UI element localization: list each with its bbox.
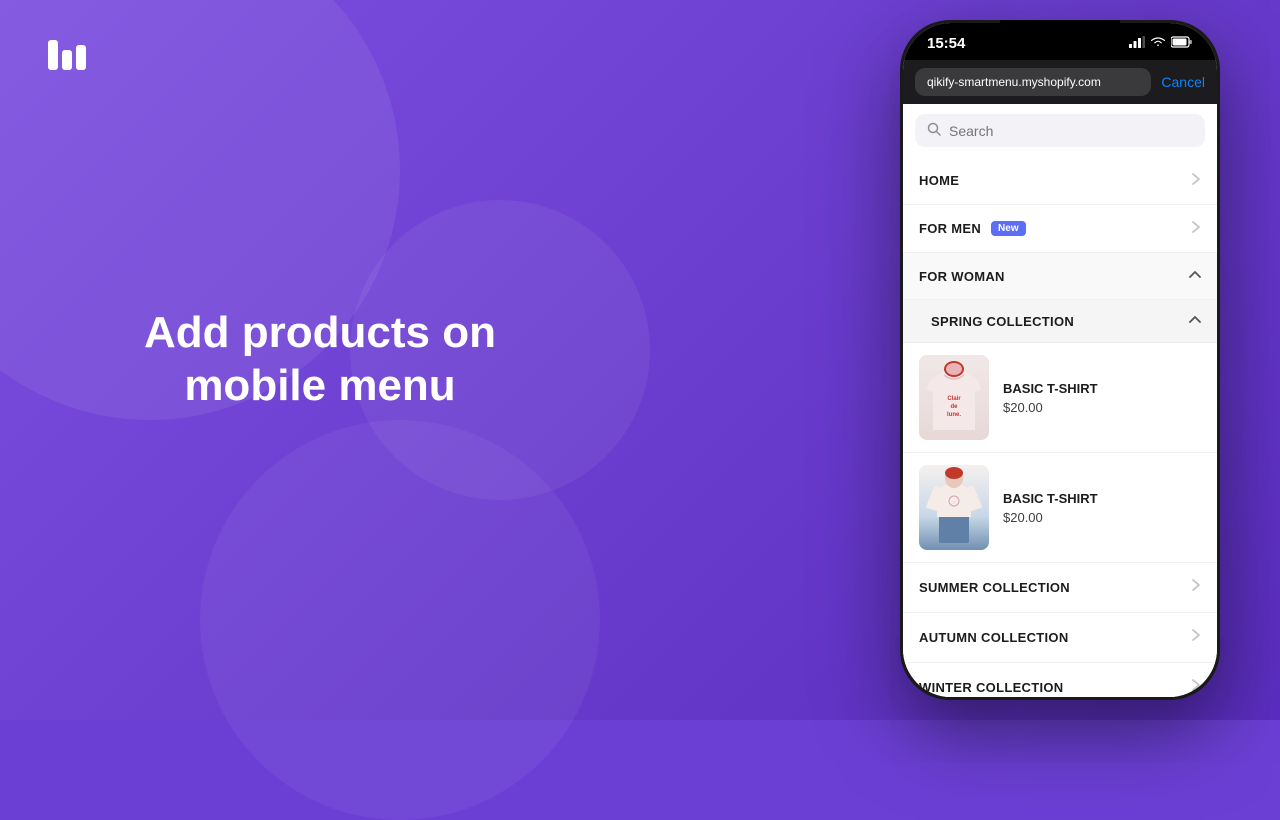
svg-text:lune.: lune. [947, 412, 961, 418]
product-name-1: BASIC T-SHIRT [1003, 381, 1201, 396]
winter-collection-item[interactable]: WINTER COLLECTION [903, 663, 1217, 697]
product-price-1: $20.00 [1003, 400, 1201, 415]
product-info-1: BASIC T-SHIRT $20.00 [1003, 381, 1201, 415]
phone-frame: 15:54 [900, 20, 1220, 700]
winter-collection-label: WINTER COLLECTION [919, 680, 1063, 695]
product-image-2: ♡ [919, 465, 989, 550]
headline-line1: Add products on [144, 308, 496, 357]
cancel-button[interactable]: Cancel [1161, 74, 1205, 90]
product-card-2[interactable]: ♡ BASIC T-SHIRT $20.00 [903, 453, 1217, 563]
product-name-2: BASIC T-SHIRT [1003, 491, 1201, 506]
menu-item-home[interactable]: HOME [903, 157, 1217, 205]
search-input[interactable] [949, 123, 1193, 139]
phone-notch [1000, 20, 1120, 48]
battery-icon [1171, 36, 1193, 51]
for-men-chevron [1191, 219, 1201, 238]
status-icons [1129, 36, 1193, 51]
autumn-collection-item[interactable]: AUTUMN COLLECTION [903, 613, 1217, 663]
content-area: HOME FOR MEN New [903, 104, 1217, 697]
product-price-2: $20.00 [1003, 510, 1201, 525]
menu-item-for-woman[interactable]: FOR WOMAN [903, 253, 1217, 300]
autumn-collection-label: AUTUMN COLLECTION [919, 630, 1069, 645]
svg-text:♡: ♡ [952, 500, 956, 505]
product-card-1[interactable]: Clair de lune. BASIC T-SHIRT $20.00 [903, 343, 1217, 453]
spring-collection-chevron-up [1189, 312, 1201, 330]
wifi-icon [1150, 36, 1166, 51]
product-img-jeans: ♡ [919, 465, 989, 550]
phone-screen: 15:54 [903, 23, 1217, 697]
summer-chevron [1191, 577, 1201, 598]
signal-icon [1129, 36, 1145, 51]
status-time: 15:54 [927, 35, 965, 52]
browser-bar: qikify-smartmenu.myshopify.com Cancel [903, 60, 1217, 104]
svg-text:Clair: Clair [947, 396, 961, 402]
headline-line2: mobile menu [184, 361, 455, 410]
product-image-1: Clair de lune. [919, 355, 989, 440]
summer-collection-label: SUMMER COLLECTION [919, 580, 1070, 595]
svg-text:de: de [950, 404, 958, 410]
summer-collection-item[interactable]: SUMMER COLLECTION [903, 563, 1217, 613]
for-woman-chevron-up [1189, 267, 1201, 285]
url-bar[interactable]: qikify-smartmenu.myshopify.com [915, 68, 1151, 96]
for-men-label: FOR MEN [919, 221, 981, 236]
phone-wrapper: 15:54 [900, 20, 1220, 700]
winter-chevron [1191, 677, 1201, 697]
home-chevron [1191, 171, 1201, 190]
spring-collection-header[interactable]: SPRING COLLECTION [903, 300, 1217, 343]
autumn-chevron [1191, 627, 1201, 648]
spring-collection-label: SPRING COLLECTION [931, 314, 1074, 329]
search-icon [927, 122, 941, 139]
product-img-pink: Clair de lune. [919, 355, 989, 440]
logo [40, 30, 90, 80]
product-info-2: BASIC T-SHIRT $20.00 [1003, 491, 1201, 525]
home-label: HOME [919, 173, 959, 188]
headline: Add products on mobile menu [110, 307, 530, 413]
menu-item-for-men[interactable]: FOR MEN New [903, 205, 1217, 253]
new-badge: New [991, 221, 1026, 236]
for-woman-label: FOR WOMAN [919, 269, 1005, 284]
search-bar[interactable] [915, 114, 1205, 147]
